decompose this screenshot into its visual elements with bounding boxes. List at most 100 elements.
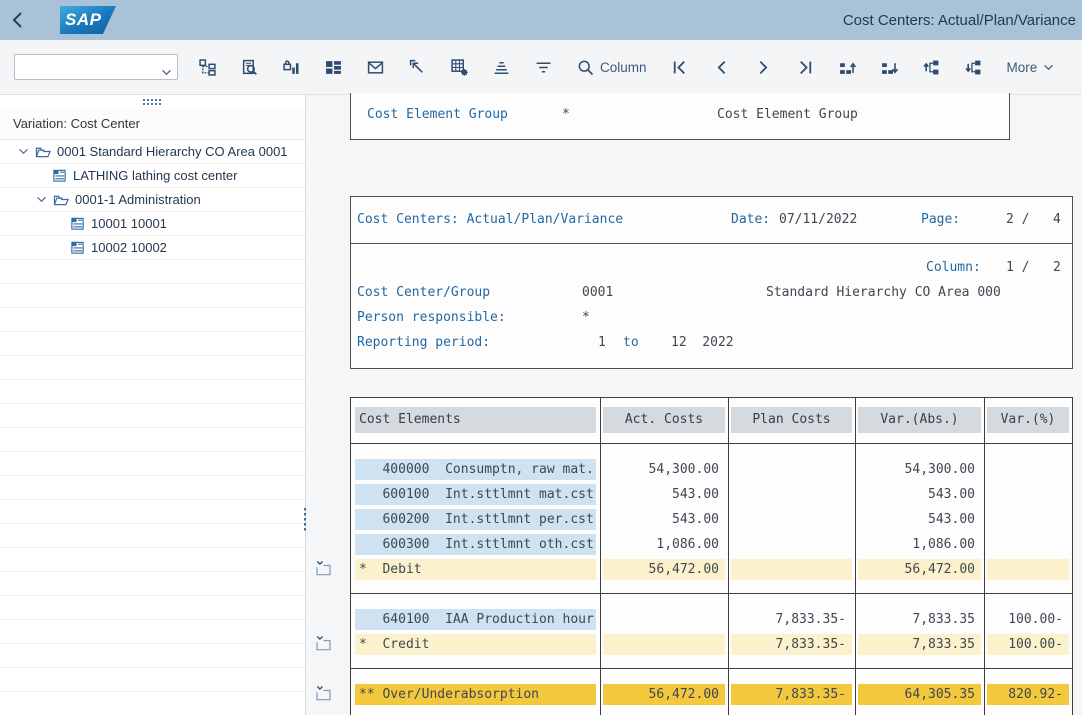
value-cell[interactable]: 543.00 [855,482,984,507]
tree-empty-row [0,524,305,548]
hierarchy-level-down-icon[interactable] [881,58,899,76]
cost-element-cell[interactable]: * Debit [355,559,596,580]
tree-empty-row [0,596,305,620]
cost-element-cell[interactable]: ** Over/Underabsorption [355,684,596,705]
cost-center-group-desc: Standard Hierarchy CO Area 000 [766,283,1001,303]
tree-item[interactable]: 10002 10002 [0,236,305,260]
back-button[interactable] [0,0,34,40]
value-cell[interactable] [603,634,725,655]
column-header[interactable]: Var.(Abs.) [858,407,981,433]
value-cell[interactable]: 1,086.00 [600,532,728,557]
cost-element-cell[interactable]: 600200 Int.sttlmnt per.cst [355,509,596,530]
column-last-icon[interactable] [797,58,815,76]
collapse-node-icon[interactable] [315,685,332,702]
more-button[interactable]: More [1007,58,1055,76]
table-settings-icon[interactable] [450,58,468,76]
value-cell[interactable]: 7,833.35- [731,634,852,655]
tree-item-label: 0001-1 Administration [75,192,201,207]
value-cell[interactable]: 64,305.35 [858,684,981,705]
tree-item[interactable]: 10001 10001 [0,212,305,236]
sidebar: Variation: Cost Center 0001 Standard Hie… [0,95,306,715]
value-cell[interactable]: 7,833.35- [728,607,855,632]
value-cell[interactable] [731,559,852,580]
collapse-node-icon[interactable] [315,635,332,652]
column-search-button[interactable]: Column [576,58,647,76]
jump-to-icon[interactable] [408,58,426,76]
layout-grid-icon[interactable] [324,58,342,76]
command-field-input[interactable] [17,56,151,78]
cost-element-cell[interactable]: 400000 Consumptn, raw mat. [355,459,596,480]
filter-icon[interactable] [534,58,552,76]
tree-empty-row [0,404,305,428]
value-cell[interactable]: 820.92- [987,684,1069,705]
reporting-period-to-label: to [623,333,639,353]
sidebar-grip-handle[interactable] [0,95,305,109]
folder-icon [52,192,70,207]
value-cell[interactable]: 100.00- [984,607,1072,632]
value-cell[interactable]: 56,472.00 [603,684,725,705]
value-cell[interactable]: 54,300.00 [600,457,728,482]
expand-chevron-icon[interactable] [16,148,30,155]
value-cell[interactable]: 7,833.35 [855,607,984,632]
print-preview-icon[interactable] [240,58,258,76]
value-cell[interactable]: 543.00 [855,507,984,532]
collapse-node-icon[interactable] [315,560,332,577]
tree-item-label: 10001 10001 [91,216,167,231]
column-header[interactable]: Cost Elements [355,407,596,433]
value-cell[interactable]: 100.00- [987,634,1069,655]
tree-empty-row [0,284,305,308]
section-divider [351,582,1072,594]
tree-item-label: 10002 10002 [91,240,167,255]
column-search-label: Column [600,60,647,75]
table-row: 600300 Int.sttlmnt oth.cst1,086.001,086.… [351,532,1072,557]
cost-element-cell[interactable]: 640100 IAA Production hour [355,609,596,630]
report-header-box: Cost Centers: Actual/Plan/Variance Date:… [350,196,1073,369]
tree-empty-row [0,260,305,284]
value-cell[interactable]: 54,300.00 [855,457,984,482]
next-node-icon[interactable] [965,58,983,76]
column-header[interactable]: Var.(%) [987,407,1069,433]
tree-empty-row [0,452,305,476]
value-cell[interactable]: 7,833.35- [731,684,852,705]
cost-element-cell[interactable]: 600100 Int.sttlmnt mat.cst [355,484,596,505]
tree-item[interactable]: 0001-1 Administration [0,188,305,212]
tree-empty-row [0,572,305,596]
hierarchy-icon[interactable] [198,58,216,76]
tree-empty-row [0,500,305,524]
value-cell[interactable]: 543.00 [600,507,728,532]
selection-box: Cost Element Group * Cost Element Group [350,93,1010,140]
previous-node-icon[interactable] [923,58,941,76]
command-field[interactable] [14,54,178,80]
value-cell[interactable]: 543.00 [600,482,728,507]
column-next-icon[interactable] [755,58,773,76]
column-previous-icon[interactable] [713,58,731,76]
reporting-period-rest: 12 2022 [671,333,734,353]
lock-chart-icon[interactable] [282,58,300,76]
toolbar: Column More [0,40,1082,95]
column-header[interactable]: Act. Costs [603,407,725,433]
chevron-down-icon [1043,58,1054,76]
column-header[interactable]: Plan Costs [731,407,852,433]
combo-chevron-icon[interactable] [161,63,172,81]
table-row: * Debit 56,472.00 56,472.00 [351,557,1072,582]
table-row: 400000 Consumptn, raw mat.54,300.0054,30… [351,457,1072,482]
cost-element-cell[interactable]: * Credit [355,634,596,655]
cost-element-cell[interactable]: 600300 Int.sttlmnt oth.cst [355,534,596,555]
tree-item[interactable]: LATHING lathing cost center [0,164,305,188]
value-cell[interactable]: 7,833.35 [858,634,981,655]
tree-empty-row [0,332,305,356]
value-cell[interactable]: 56,472.00 [603,559,725,580]
expand-chevron-icon[interactable] [34,196,48,203]
value-cell[interactable] [987,559,1069,580]
value-cell[interactable]: 56,472.00 [858,559,981,580]
folder-icon [34,144,52,159]
search-icon [576,58,594,76]
reporting-period-label: Reporting period: [357,333,490,353]
sort-ascending-icon[interactable] [492,58,510,76]
tree-empty-row [0,308,305,332]
tree-item[interactable]: 0001 Standard Hierarchy CO Area 0001 [0,140,305,164]
column-first-icon[interactable] [671,58,689,76]
value-cell[interactable]: 1,086.00 [855,532,984,557]
envelope-icon[interactable] [366,58,384,76]
hierarchy-level-up-icon[interactable] [839,58,857,76]
